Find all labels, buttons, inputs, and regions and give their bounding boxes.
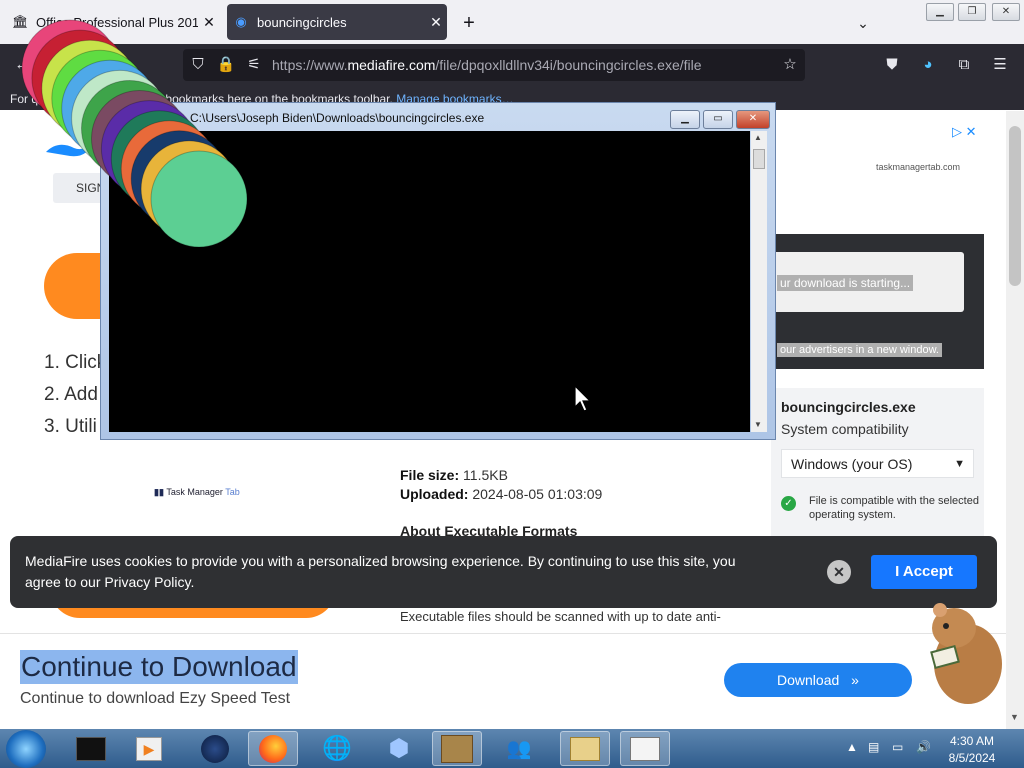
start-button[interactable] xyxy=(6,730,46,768)
taskbar-idm-icon[interactable]: 🌐 xyxy=(312,731,362,766)
taskbar-explorer-icon[interactable] xyxy=(560,731,610,766)
bouncing-circles xyxy=(21,19,248,248)
taskbar-firefox-icon[interactable] xyxy=(248,731,298,766)
taskbar-globe-icon[interactable] xyxy=(190,731,240,766)
tray-monitor-icon[interactable]: ▭ xyxy=(892,740,903,754)
taskbar-clock[interactable]: 4:30 AM 8/5/2024 xyxy=(944,733,1000,767)
tray-expand-icon[interactable]: ▲ xyxy=(846,740,858,754)
taskbar-bonzibox-icon[interactable] xyxy=(432,731,482,766)
taskbar-virtualbox-icon[interactable]: ⬢ xyxy=(374,731,424,766)
tray-network-icon[interactable]: ▤ xyxy=(868,740,879,754)
bouncing-circle xyxy=(150,150,248,248)
taskbar-users-icon[interactable]: 👥 xyxy=(494,731,544,766)
mouse-cursor-icon xyxy=(574,385,592,412)
taskbar-bouncingcircles-icon[interactable] xyxy=(620,731,670,766)
taskbar-mediaplayer-icon[interactable]: ▶ xyxy=(124,731,174,766)
tray-volume-icon[interactable]: 🔊 xyxy=(916,740,931,754)
taskbar-cmd-icon[interactable] xyxy=(66,731,116,766)
